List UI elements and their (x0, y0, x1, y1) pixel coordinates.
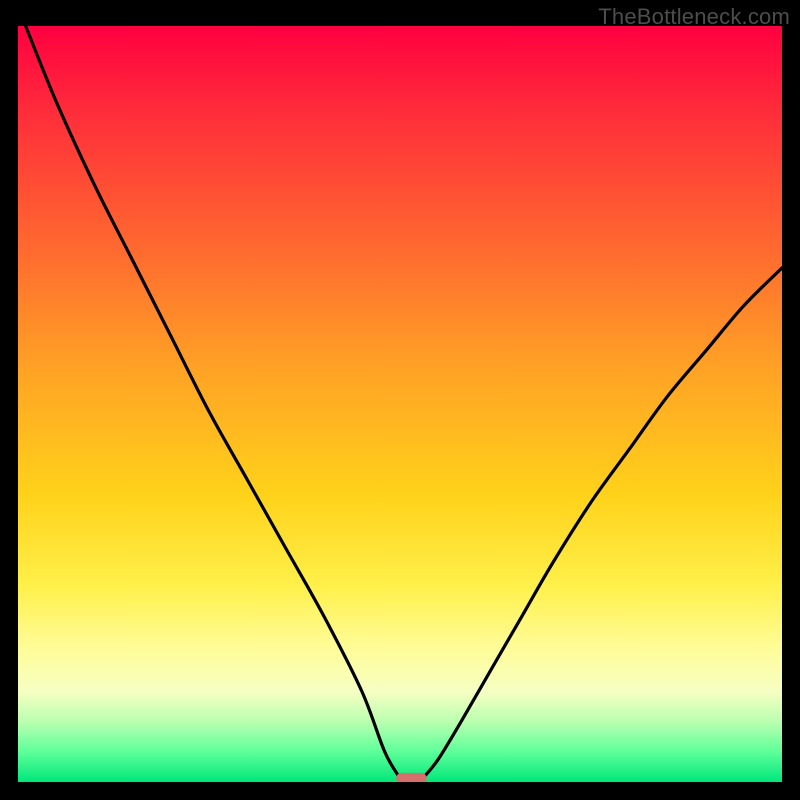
optimal-marker (396, 773, 427, 782)
plot-area (18, 26, 782, 782)
chart-frame: TheBottleneck.com (0, 0, 800, 800)
watermark-text: TheBottleneck.com (598, 4, 790, 30)
curve-left-branch (26, 26, 400, 778)
curve-right-branch (423, 268, 782, 778)
bottleneck-curve (18, 26, 782, 782)
